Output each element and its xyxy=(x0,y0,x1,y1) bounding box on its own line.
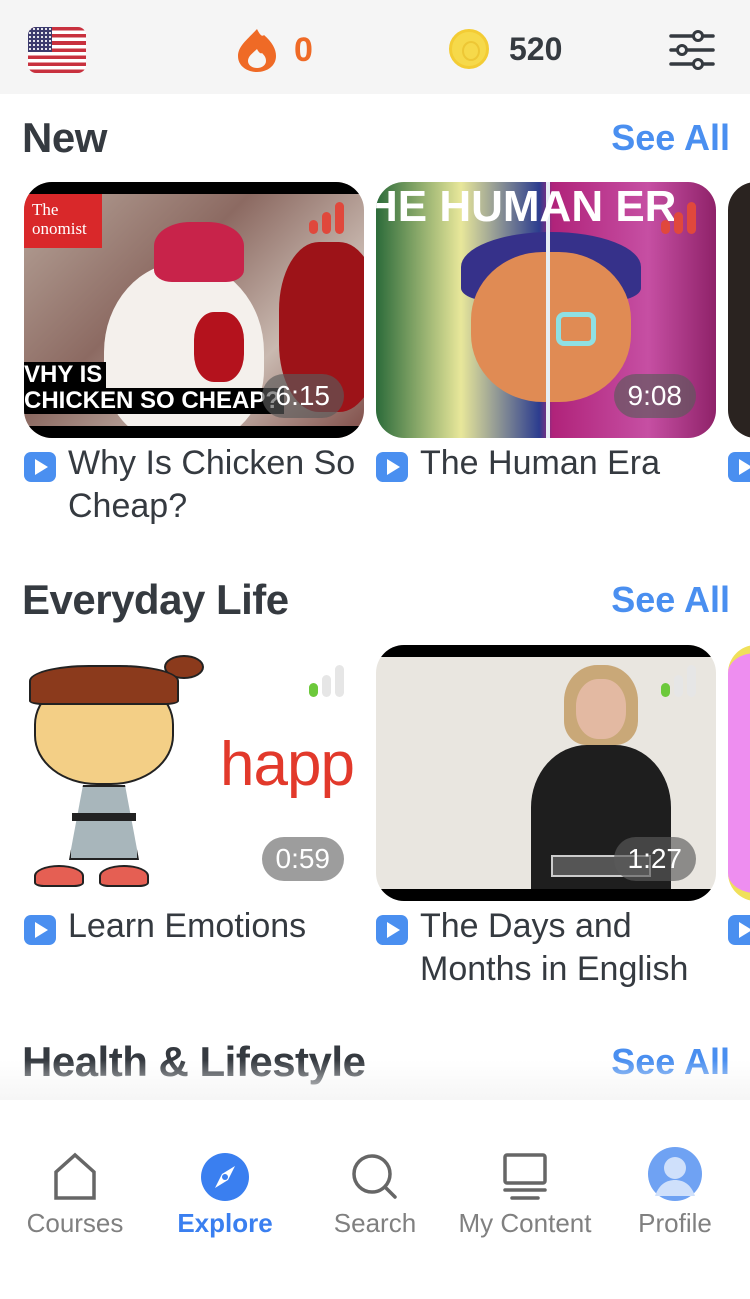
tab-label: Search xyxy=(333,1208,417,1238)
duration-badge: 9:08 xyxy=(613,374,696,418)
tab-courses[interactable]: Courses xyxy=(0,1152,150,1239)
flag-canton xyxy=(28,27,52,52)
compass-icon xyxy=(201,1153,249,1201)
video-title-row[interactable]: The Days and Months in English xyxy=(376,907,716,991)
thumb-art xyxy=(29,665,179,705)
play-icon xyxy=(376,452,408,482)
bottom-tab-bar: Courses Explore Search My Content Profil… xyxy=(0,1100,750,1299)
level-bar xyxy=(335,202,344,234)
thumb-art xyxy=(556,312,596,346)
coin-count: 520 xyxy=(509,30,563,67)
tab-label: Explore xyxy=(177,1208,273,1238)
coin-counter[interactable]: 520 xyxy=(449,29,562,69)
top-bar: 0 520 xyxy=(0,0,750,94)
play-icon xyxy=(24,915,56,945)
video-thumbnail[interactable]: 1:27 xyxy=(376,645,716,901)
section-header-new: New See All xyxy=(22,114,730,162)
level-bar xyxy=(309,683,318,697)
thumb-art xyxy=(576,679,626,739)
section-title: New xyxy=(22,114,107,161)
level-bar xyxy=(309,220,318,234)
video-card[interactable]: HE HUMAN ER 9:08 The Human Era xyxy=(376,182,716,485)
streak-count: 0 xyxy=(294,30,313,69)
letterbox xyxy=(24,426,364,438)
level-bar xyxy=(674,675,683,697)
thumb-caption: HE HUMAN ER xyxy=(376,182,677,231)
duration-badge: 6:15 xyxy=(261,374,344,418)
section-header-everyday-life: Everyday Life See All xyxy=(22,576,730,624)
level-bar xyxy=(322,212,331,234)
tab-profile[interactable]: Profile xyxy=(600,1147,750,1239)
thumb-art xyxy=(194,312,244,382)
us-flag-icon[interactable] xyxy=(28,27,86,73)
video-card[interactable]: 1:27 The Days and Months in English xyxy=(376,645,716,991)
video-title: Learn Emotions xyxy=(68,907,307,945)
video-thumbnail[interactable]: happ 0:59 xyxy=(24,645,364,901)
section-title: Everyday Life xyxy=(22,576,289,623)
level-bars-icon xyxy=(661,202,696,234)
level-bars-icon xyxy=(661,665,696,697)
video-thumbnail[interactable]: The onomist VHY IS CHICKEN SO CHEAP? 6:15 xyxy=(24,182,364,438)
level-bar xyxy=(687,665,696,697)
level-bars-icon xyxy=(309,665,344,697)
video-thumbnail[interactable]: HE HUMAN ER 9:08 xyxy=(376,182,716,438)
level-bar xyxy=(322,675,331,697)
thumb-art xyxy=(34,865,84,887)
play-icon xyxy=(24,452,56,482)
play-icon xyxy=(728,915,750,945)
thumb-art xyxy=(471,252,631,402)
tab-label: Profile xyxy=(638,1208,712,1238)
see-all-link[interactable]: See All xyxy=(611,117,730,159)
scroll-fade xyxy=(0,1060,750,1100)
video-carousel-new[interactable]: The onomist VHY IS CHICKEN SO CHEAP? 6:15… xyxy=(0,182,750,562)
video-title-row[interactable]: The Human Era xyxy=(376,444,716,485)
video-card[interactable]: The onomist VHY IS CHICKEN SO CHEAP? 6:15… xyxy=(24,182,364,528)
video-card-peek[interactable] xyxy=(728,645,750,901)
publisher-logo: The onomist xyxy=(24,194,102,248)
tab-search[interactable]: Search xyxy=(300,1152,450,1239)
level-bar xyxy=(661,220,670,234)
duration-badge: 0:59 xyxy=(261,837,344,881)
play-icon xyxy=(376,915,408,945)
sliders-icon[interactable] xyxy=(668,30,716,70)
thumb-art xyxy=(72,813,136,821)
thumb-caption: happ xyxy=(220,730,355,799)
level-bar xyxy=(661,683,670,697)
monitor-icon xyxy=(503,1153,547,1200)
thumb-art xyxy=(99,865,149,887)
video-title-row[interactable]: Why Is Chicken So Cheap? xyxy=(24,444,364,528)
streak-counter[interactable]: 0 xyxy=(236,27,313,73)
avatar-icon xyxy=(648,1147,702,1201)
video-card[interactable]: happ 0:59 Learn Emotions xyxy=(24,645,364,948)
video-title: Why Is Chicken So Cheap? xyxy=(68,444,356,525)
thumb-caption: VHY IS xyxy=(24,362,107,388)
tab-explore[interactable]: Explore xyxy=(150,1152,300,1239)
thumb-caption: CHICKEN SO CHEAP? xyxy=(24,388,285,414)
see-all-link[interactable]: See All xyxy=(611,579,730,621)
flame-icon xyxy=(238,29,276,72)
tab-label: Courses xyxy=(26,1208,124,1238)
video-card-peek[interactable] xyxy=(728,182,750,438)
tab-my-content[interactable]: My Content xyxy=(450,1152,600,1239)
level-bar xyxy=(674,212,683,234)
video-carousel-everyday-life[interactable]: happ 0:59 Learn Emotions 1:27 The Days a… xyxy=(0,645,750,1025)
thumb-art xyxy=(69,785,139,860)
play-icon xyxy=(728,452,750,482)
level-bar xyxy=(687,202,696,234)
level-bars-icon xyxy=(309,202,344,234)
video-title: The Days and Months in English xyxy=(420,907,689,988)
letterbox xyxy=(376,645,716,657)
search-icon xyxy=(352,1154,397,1199)
level-bar xyxy=(335,665,344,697)
video-title: The Human Era xyxy=(420,444,660,482)
thumb-art xyxy=(154,222,244,282)
letterbox xyxy=(376,889,716,901)
letterbox xyxy=(24,182,364,194)
home-icon xyxy=(54,1152,96,1200)
duration-badge: 1:27 xyxy=(613,837,696,881)
tab-label: My Content xyxy=(458,1208,592,1238)
coin-icon xyxy=(449,29,489,69)
video-title-row[interactable]: Learn Emotions xyxy=(24,907,364,948)
